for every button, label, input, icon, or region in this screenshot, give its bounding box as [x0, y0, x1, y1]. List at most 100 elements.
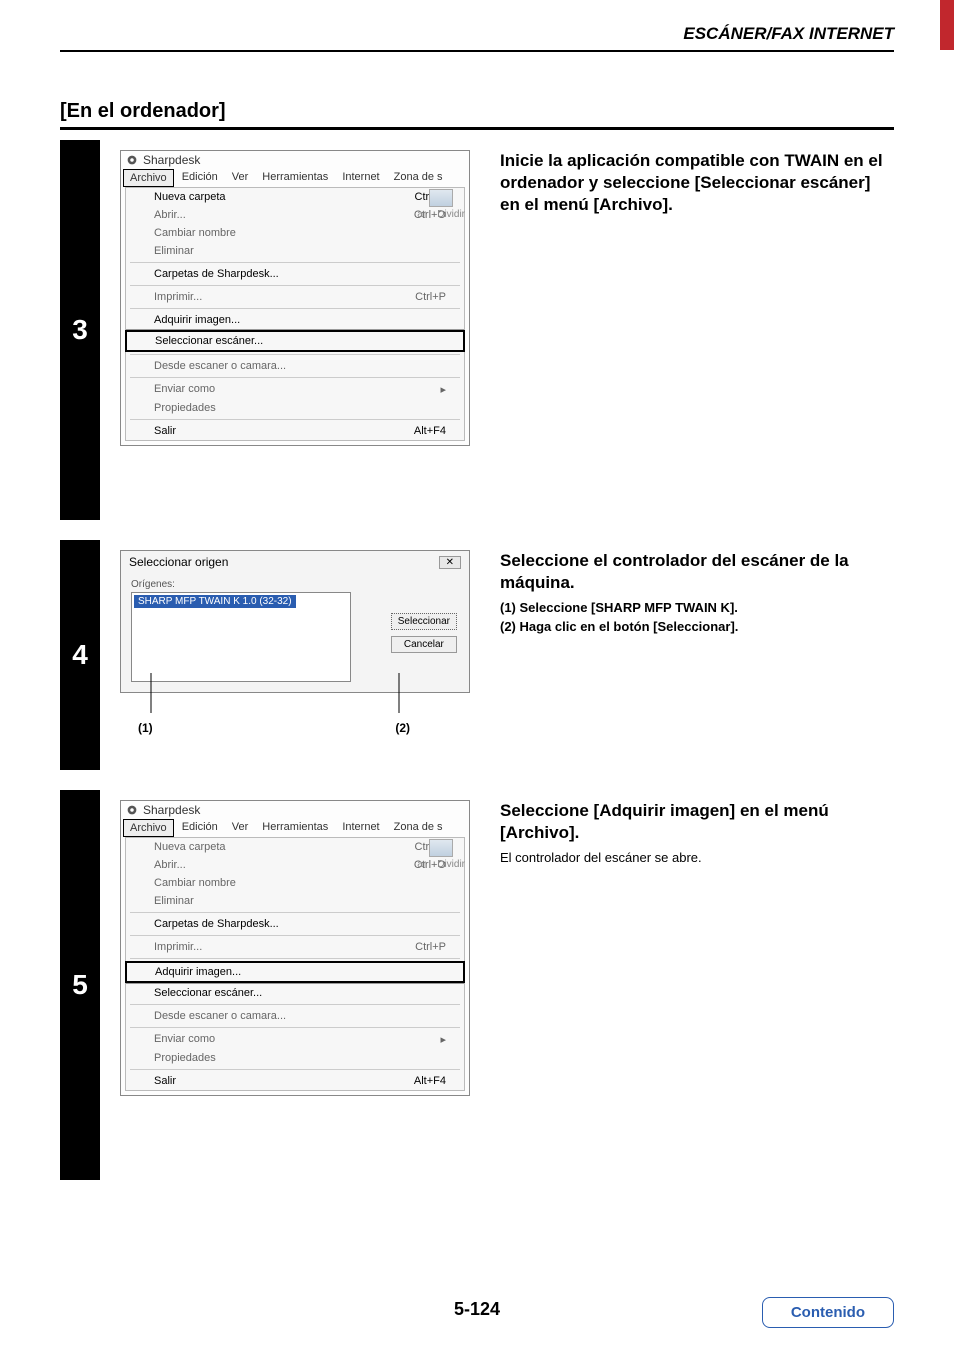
step-3-num-text: 3	[72, 314, 88, 346]
menu-item-label: Imprimir...	[154, 941, 202, 953]
menu-item-nueva-carpeta[interactable]: Nueva carpetaCtrl+N	[126, 188, 464, 206]
menu-item-label: Adquirir imagen...	[155, 966, 241, 978]
page-number-text: 5-124	[454, 1299, 500, 1319]
menu-ver[interactable]: Ver	[226, 819, 255, 837]
toolbar-icon	[429, 839, 453, 857]
menu-item-adquirir-highlighted[interactable]: Adquirir imagen...	[125, 961, 465, 983]
step-5-heading: Seleccione [Adquirir imagen] en el menú …	[500, 800, 884, 844]
menu-item-label: Abrir...	[154, 209, 186, 221]
app-title: Sharpdesk	[143, 153, 200, 167]
step-3-heading: Inicie la aplicación compatible con TWAI…	[500, 150, 884, 216]
menu-item-desde-escaner[interactable]: Desde escaner o camara...	[126, 357, 464, 375]
menu-item-eliminar[interactable]: Eliminar	[126, 892, 464, 910]
menu-item-carpetas[interactable]: Carpetas de Sharpdesk...	[126, 265, 464, 283]
contenido-link[interactable]: Contenido	[762, 1297, 894, 1328]
menu-edicion[interactable]: Edición	[176, 169, 224, 187]
step-5-screenshot: Sharpdesk Archivo Edición Ver Herramient…	[120, 800, 480, 1170]
dialog-select-button[interactable]: Seleccionar	[391, 613, 457, 630]
menu-item-cambiar-nombre[interactable]: Cambiar nombre	[126, 874, 464, 892]
step-5-desc: El controlador del escáner se abre.	[500, 850, 884, 865]
dialog-source-item[interactable]: SHARP MFP TWAIN K 1.0 (32-32)	[134, 595, 296, 608]
step-3-text: Inicie la aplicación compatible con TWAI…	[500, 150, 884, 510]
menu-item-abrir[interactable]: Abrir...Ctrl+O	[126, 856, 464, 874]
menu-edicion[interactable]: Edición	[176, 819, 224, 837]
step-5-number: 5	[60, 790, 100, 1180]
menu-item-label: Imprimir...	[154, 291, 202, 303]
menu-item-salir[interactable]: Salir Alt+F4	[126, 422, 464, 440]
dialog-close-button[interactable]: ✕	[439, 556, 461, 569]
menu-archivo[interactable]: Archivo	[123, 169, 174, 187]
menu-item-imprimir[interactable]: Imprimir...Ctrl+P	[126, 938, 464, 956]
window-title-bar: Sharpdesk	[121, 801, 469, 819]
menu-item-label: Eliminar	[154, 895, 194, 907]
contenido-label: Contenido	[791, 1304, 865, 1321]
step-5-num-text: 5	[72, 969, 88, 1001]
step-5: 5 Sharpdesk Archivo Edición Ver Herramie…	[60, 790, 894, 1180]
callout-1: (1)	[138, 721, 153, 735]
menu-item-label: Nueva carpeta	[154, 191, 226, 203]
toolbar-fragment: ar Dividir	[417, 839, 465, 870]
menu-item-enviar-como[interactable]: Enviar como▸	[126, 380, 464, 399]
menu-item-imprimir[interactable]: Imprimir...Ctrl+P	[126, 288, 464, 306]
menu-separator	[130, 958, 460, 959]
menubar: Archivo Edición Ver Herramientas Interne…	[121, 819, 469, 837]
menu-ver[interactable]: Ver	[226, 169, 255, 187]
menu-item-nueva-carpeta[interactable]: Nueva carpetaCtrl+N	[126, 838, 464, 856]
menu-herramientas[interactable]: Herramientas	[256, 169, 334, 187]
menu-item-cambiar-nombre[interactable]: Cambiar nombre	[126, 224, 464, 242]
submenu-arrow-icon: ▸	[440, 1033, 446, 1046]
menu-herramientas[interactable]: Herramientas	[256, 819, 334, 837]
menu-item-label: Seleccionar escáner...	[155, 335, 263, 347]
menu-item-abrir[interactable]: Abrir...Ctrl+O	[126, 206, 464, 224]
menu-separator	[130, 354, 460, 355]
menu-item-label: Cambiar nombre	[154, 227, 236, 239]
menu-item-label: Desde escaner o camara...	[154, 1010, 286, 1022]
step-4-sub1: (1) Seleccione [SHARP MFP TWAIN K].	[500, 600, 884, 615]
menu-item-desde-escaner[interactable]: Desde escaner o camara...	[126, 1007, 464, 1025]
step-3: 3 Sharpdesk Archivo Edición Ver Herramie…	[60, 140, 894, 520]
menu-item-label: Seleccionar escáner...	[154, 987, 262, 999]
step-4: 4 Seleccionar origen ✕ Orígenes: SHARP M…	[60, 540, 894, 770]
menu-zona[interactable]: Zona de s	[388, 169, 449, 187]
window-title-bar: Sharpdesk	[121, 151, 469, 169]
menu-zona[interactable]: Zona de s	[388, 819, 449, 837]
step-4-heading: Seleccione el controlador del escáner de…	[500, 550, 884, 594]
dialog-sources-label: Orígenes:	[131, 579, 459, 590]
toolbar-icon	[429, 189, 453, 207]
step-5-text: Seleccione [Adquirir imagen] en el menú …	[500, 800, 884, 1170]
menu-item-shortcut: Alt+F4	[414, 425, 446, 437]
section-title: [En el ordenador]	[60, 100, 894, 130]
menu-separator	[130, 308, 460, 309]
menu-item-salir[interactable]: SalirAlt+F4	[126, 1072, 464, 1090]
menu-item-enviar-como[interactable]: Enviar como ▸	[126, 1030, 464, 1049]
menu-item-seleccionar-escaner-highlighted[interactable]: Seleccionar escáner...	[125, 330, 465, 352]
menu-separator	[130, 912, 460, 913]
menu-item-eliminar[interactable]: Eliminar	[126, 242, 464, 260]
step-4-number: 4	[60, 540, 100, 770]
callout-2: (2)	[395, 721, 410, 735]
menu-item-carpetas[interactable]: Carpetas de Sharpdesk...	[126, 915, 464, 933]
menu-item-propiedades[interactable]: Propiedades	[126, 399, 464, 417]
menu-item-label: Enviar como	[154, 383, 215, 396]
app-title: Sharpdesk	[143, 803, 200, 817]
menu-item-label: Propiedades	[154, 402, 216, 414]
header-accent-bar	[940, 0, 954, 50]
menu-item-label: Desde escaner o camara...	[154, 360, 286, 372]
menu-archivo[interactable]: Archivo	[123, 819, 174, 837]
menu-separator	[130, 377, 460, 378]
toolbar-label-dividir: Dividir	[437, 209, 465, 220]
menu-item-label: Carpetas de Sharpdesk...	[154, 268, 279, 280]
dialog-sources-list[interactable]: SHARP MFP TWAIN K 1.0 (32-32)	[131, 592, 351, 682]
menu-item-label: Salir	[154, 425, 176, 437]
menu-item-adquirir[interactable]: Adquirir imagen...	[126, 311, 464, 330]
dialog-titlebar: Seleccionar origen ✕	[121, 551, 469, 573]
menu-internet[interactable]: Internet	[336, 819, 385, 837]
menu-internet[interactable]: Internet	[336, 169, 385, 187]
step-4-text: Seleccione el controlador del escáner de…	[500, 550, 884, 760]
menubar: Archivo Edición Ver Herramientas Interne…	[121, 169, 469, 187]
menu-item-label: Adquirir imagen...	[154, 314, 240, 326]
menu-item-propiedades[interactable]: Propiedades	[126, 1049, 464, 1067]
menu-item-label: Enviar como	[154, 1033, 215, 1046]
dialog-cancel-button[interactable]: Cancelar	[391, 636, 457, 653]
menu-item-seleccionar-escaner[interactable]: Seleccionar escáner...	[126, 983, 464, 1002]
